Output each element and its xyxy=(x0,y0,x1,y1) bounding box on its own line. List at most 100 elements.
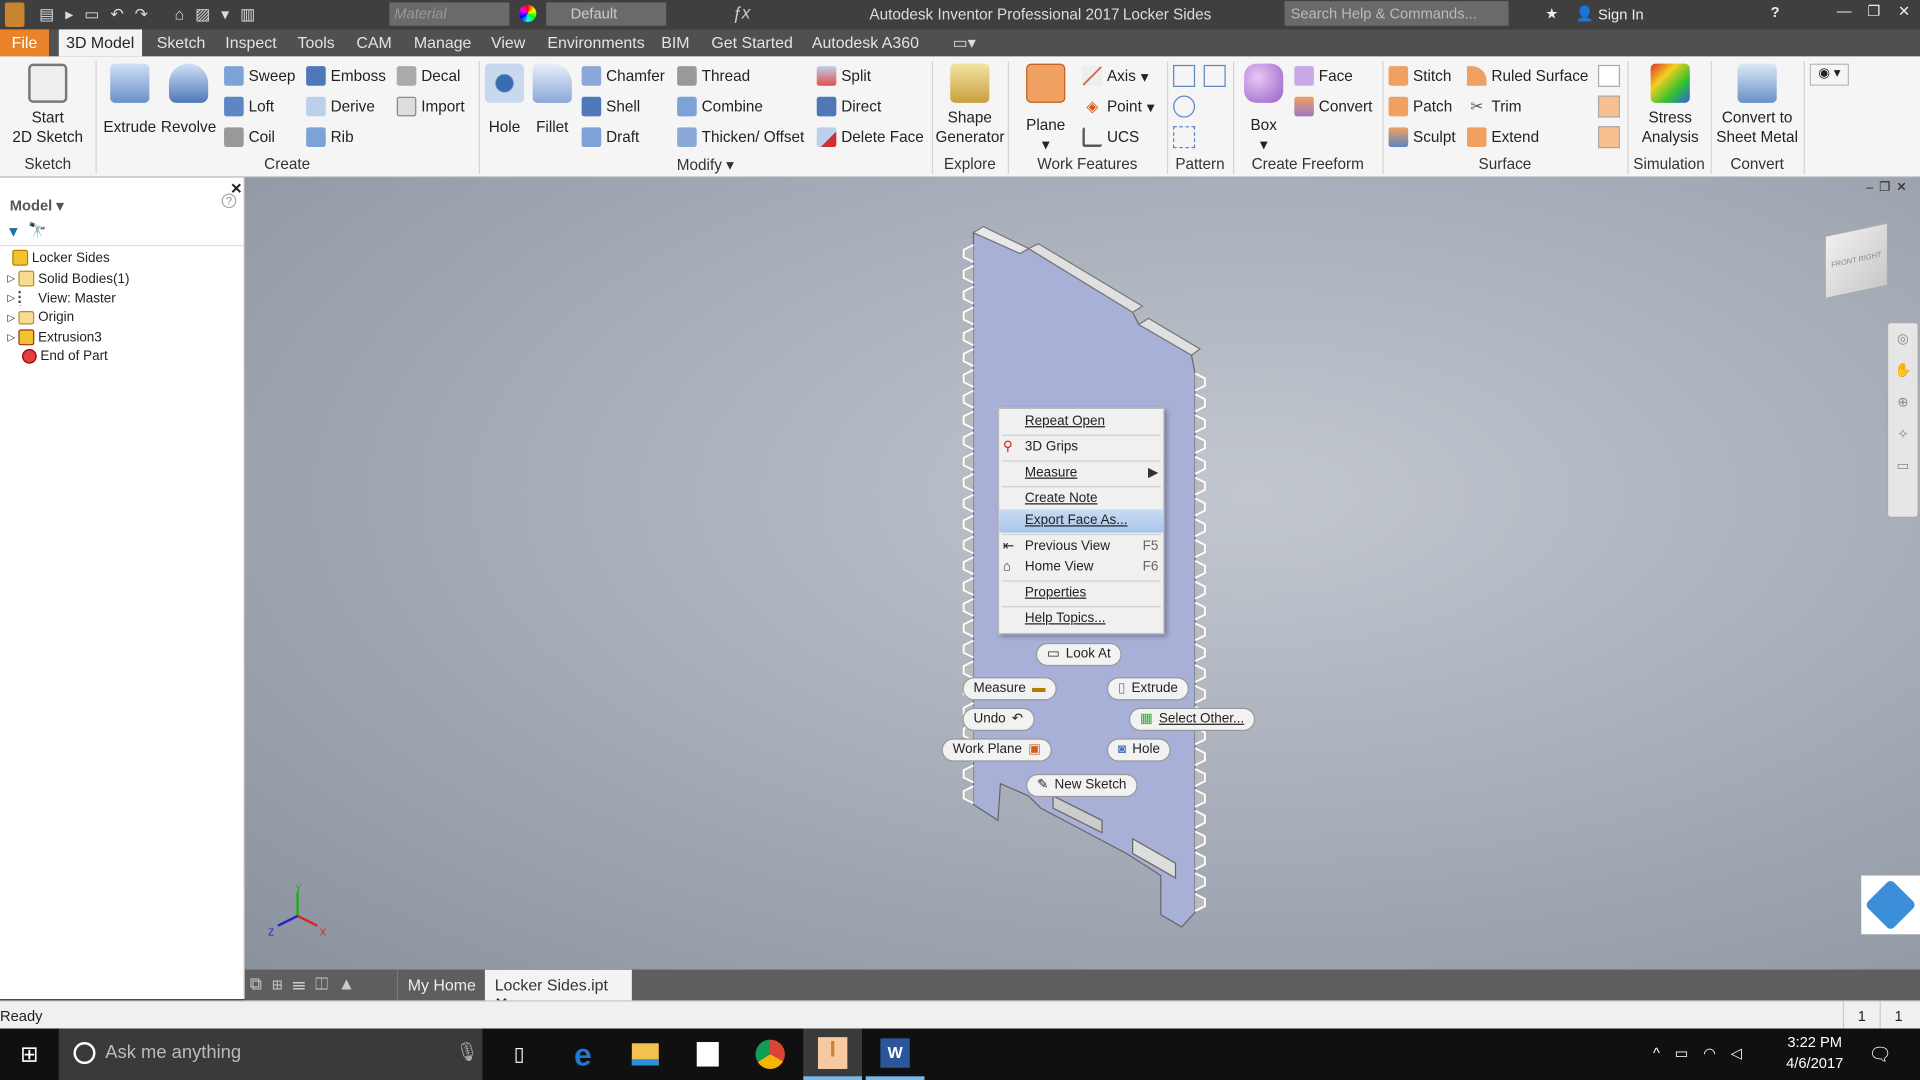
circular-pattern-icon[interactable] xyxy=(1173,95,1196,118)
undo-button[interactable]: Undo ↶ xyxy=(962,707,1035,732)
box-button[interactable]: Box ▾ xyxy=(1239,63,1288,155)
start-2d-sketch-button[interactable]: Start 2D Sketch xyxy=(10,63,86,147)
ruled-surface-button[interactable]: Ruled Surface xyxy=(1466,66,1588,86)
tab-environments[interactable]: Environments xyxy=(540,29,652,56)
search-help-input[interactable]: Search Help & Commands... xyxy=(1284,1,1509,26)
tab-manage[interactable]: Manage xyxy=(407,29,479,56)
sign-in-button[interactable]: Sign In xyxy=(1598,6,1644,23)
tree-item-view-master[interactable]: ▷ View: Master xyxy=(7,290,116,307)
mirror-icon[interactable] xyxy=(1203,64,1226,87)
filter-icon[interactable]: ▼ xyxy=(6,223,21,240)
expand-icon[interactable]: ▷ xyxy=(7,332,15,343)
start-button[interactable]: ⊞ xyxy=(0,1029,59,1080)
axis-button[interactable]: Axis ▾ xyxy=(1082,66,1148,86)
decal-button[interactable]: Decal xyxy=(396,66,460,86)
draft-button[interactable]: Draft xyxy=(581,127,639,147)
thicken-offset-button[interactable]: Thicken/ Offset xyxy=(677,127,804,147)
emboss-button[interactable]: Emboss xyxy=(306,66,386,86)
sweep-button[interactable]: Sweep xyxy=(224,66,295,86)
tab-file[interactable]: File xyxy=(0,29,49,57)
extend-button[interactable]: Extend xyxy=(1466,127,1539,147)
menu-item-home-view[interactable]: ⌂ Home View F6 xyxy=(999,556,1163,579)
inventor-taskbar-icon[interactable]: I xyxy=(803,1028,863,1080)
tab-sketch[interactable]: Sketch xyxy=(149,29,212,56)
ribbon-options-dropdown[interactable]: ◉ ▾ xyxy=(1809,63,1849,86)
look-at-button[interactable]: ▭ Look At xyxy=(1035,642,1122,667)
tree-item-origin[interactable]: ▷ Origin xyxy=(7,310,74,325)
hole-button[interactable]: Hole xyxy=(484,63,525,137)
microphone-icon[interactable]: 🎙 xyxy=(456,1041,479,1063)
replace-face-icon[interactable] xyxy=(1597,126,1621,149)
rectangular-pattern-icon[interactable] xyxy=(1173,64,1196,87)
measure-button[interactable]: Measure ▬ xyxy=(962,677,1057,701)
convert-freeform-button[interactable]: Convert xyxy=(1294,96,1372,117)
convert-to-sheet-metal-button[interactable]: Convert to Sheet Metal xyxy=(1713,63,1801,147)
sculpt-button[interactable]: Sculpt xyxy=(1388,127,1456,147)
file-explorer-icon[interactable] xyxy=(616,1029,675,1080)
expand-icon[interactable]: ▷ xyxy=(7,273,15,284)
appearance-dropdown[interactable]: Default xyxy=(546,2,667,26)
revolve-button[interactable]: Revolve xyxy=(159,63,218,137)
trim-button[interactable]: ✂ Trim xyxy=(1467,97,1521,117)
minimize-button[interactable]: — xyxy=(1837,2,1852,19)
tab-locker-sides[interactable]: Locker Sides.ipt ✕ xyxy=(484,969,632,1013)
shape-generator-button[interactable]: Shape Generator xyxy=(936,63,1004,147)
tree-item-extrusion3[interactable]: ▷ Extrusion3 xyxy=(7,329,102,346)
rib-button[interactable]: Rib xyxy=(306,127,354,147)
browser-title-dropdown[interactable]: Model ▾ xyxy=(10,197,64,214)
notifications-icon[interactable]: 🗨 xyxy=(1869,1043,1892,1065)
extrude-button[interactable]: Extrude xyxy=(103,63,157,137)
tab-get-started[interactable]: Get Started xyxy=(704,29,800,56)
hole-marking-button[interactable]: ◙ Hole xyxy=(1106,738,1171,762)
sketch-pattern-icon[interactable] xyxy=(1173,126,1196,149)
tab-inspect[interactable]: Inspect xyxy=(218,29,284,56)
face-button[interactable]: Face xyxy=(1294,66,1353,86)
store-icon[interactable] xyxy=(678,1029,737,1080)
word-icon[interactable]: W xyxy=(865,1029,925,1080)
share-button[interactable] xyxy=(1861,875,1920,935)
menu-item-properties[interactable]: Properties xyxy=(999,582,1163,605)
stress-analysis-button[interactable]: Stress Analysis xyxy=(1633,63,1706,147)
chrome-icon[interactable] xyxy=(741,1029,800,1080)
plane-button[interactable]: Plane ▾ xyxy=(1021,63,1070,155)
tab-autodesk-a360[interactable]: Autodesk A360 xyxy=(804,29,926,56)
import-button[interactable]: Import xyxy=(396,96,465,117)
quick-access-toolbar[interactable]: ▤▸▭↶↷ ⌂▨▾▥ xyxy=(39,5,266,25)
expand-icon[interactable]: ▷ xyxy=(7,293,15,304)
maximize-button[interactable]: ❐ xyxy=(1867,2,1880,19)
star-icon[interactable]: ★ xyxy=(1545,5,1558,22)
clock[interactable]: 3:22 PM 4/6/2017 xyxy=(1778,1033,1851,1071)
ucs-button[interactable]: UCS xyxy=(1082,127,1139,147)
tab-3d-model[interactable]: 3D Model xyxy=(58,29,142,57)
menu-item-create-note[interactable]: Create Note xyxy=(999,487,1163,510)
fit-mesh-face-icon[interactable] xyxy=(1597,95,1621,118)
menu-item-help-topics[interactable]: Help Topics... xyxy=(999,607,1163,630)
fx-icon[interactable]: ƒx xyxy=(732,2,750,22)
select-other-button[interactable]: ▦ Select Other... xyxy=(1128,707,1256,732)
patch-button[interactable]: Patch xyxy=(1388,96,1452,117)
tree-item-solid-bodies[interactable]: ▷ Solid Bodies(1) xyxy=(7,270,129,287)
close-button[interactable]: ✕ xyxy=(1898,2,1910,19)
point-button[interactable]: ◈ Point ▾ xyxy=(1082,97,1154,117)
direct-button[interactable]: Direct xyxy=(816,96,881,117)
tab-tools[interactable]: Tools xyxy=(290,29,342,56)
task-view-icon[interactable]: ▯ xyxy=(490,1029,549,1080)
edge-icon[interactable]: e xyxy=(553,1029,612,1080)
tab-cam[interactable]: CAM xyxy=(349,29,399,56)
tab-my-home[interactable]: My Home xyxy=(396,969,486,1001)
delete-face-button[interactable]: Delete Face xyxy=(816,127,924,147)
view-cube[interactable]: FRONT RIGHT xyxy=(1824,222,1889,300)
coil-button[interactable]: Coil xyxy=(224,127,275,147)
menu-item-3d-grips[interactable]: ⚲ 3D Grips xyxy=(999,436,1163,459)
stitch-button[interactable]: Stitch xyxy=(1388,66,1451,86)
cortana-search-box[interactable]: Ask me anything 🎙 xyxy=(58,1028,483,1080)
shell-button[interactable]: Shell xyxy=(581,96,640,117)
combine-button[interactable]: Combine xyxy=(677,96,763,117)
menu-item-previous-view[interactable]: ⇤ Previous View F5 xyxy=(999,535,1163,558)
panel-toggle-icon[interactable]: ▭▾ xyxy=(945,29,983,56)
menu-item-export-face-as[interactable]: Export Face As... xyxy=(999,509,1164,533)
extrude-marking-button[interactable]: ▯ Extrude xyxy=(1106,677,1189,701)
help-icon[interactable]: ? xyxy=(1771,4,1780,21)
menu-item-repeat-open[interactable]: Repeat Open xyxy=(999,410,1163,433)
repair-icon[interactable] xyxy=(1597,64,1621,87)
